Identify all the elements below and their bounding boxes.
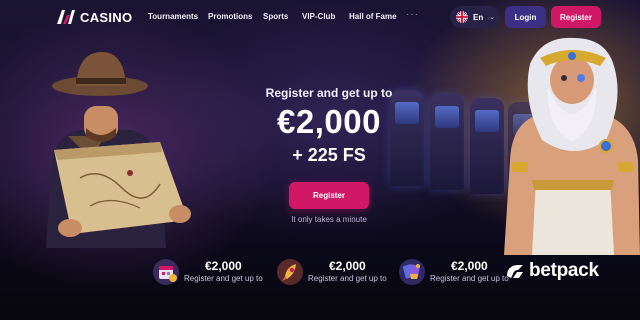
- logo-text: CASINO: [80, 9, 133, 25]
- logo-mark-icon: [57, 10, 75, 24]
- register-button-hero[interactable]: Register: [289, 182, 369, 209]
- calendar-gift-icon: [153, 259, 179, 285]
- trophy-cards-icon: [399, 259, 425, 285]
- bonus-amount: €2,000: [205, 259, 242, 273]
- language-selector[interactable]: En ⌄: [450, 6, 500, 28]
- top-navigation: CASINO Tournaments Promotions Sports VIP…: [0, 0, 640, 36]
- bonus-amount: €2,000: [329, 259, 366, 273]
- uk-flag-icon: [456, 11, 468, 23]
- zeus-illustration: [504, 37, 640, 255]
- casino-logo[interactable]: CASINO: [56, 9, 132, 25]
- hero-amount: €2,000: [277, 103, 381, 140]
- hero-banner: CASINO Tournaments Promotions Sports VIP…: [0, 0, 640, 320]
- bonus-label: Register and get up to: [184, 274, 263, 283]
- cowboy-illustration: [46, 52, 191, 248]
- nav-promotions[interactable]: Promotions: [208, 12, 252, 21]
- bonus-label: Register and get up to: [308, 274, 387, 283]
- bonus-amount: €2,000: [451, 259, 488, 273]
- bonus-label: Register and get up to: [430, 274, 509, 283]
- language-label: En: [473, 12, 484, 22]
- nav-sports[interactable]: Sports: [263, 12, 288, 21]
- bonus-item[interactable]: €2,000 Register and get up to: [276, 255, 387, 289]
- hero-free-spins: + 225 FS: [292, 145, 366, 165]
- hero-subtitle: Register and get up to: [265, 86, 393, 100]
- bonus-item[interactable]: €2,000 Register and get up to: [398, 255, 509, 289]
- betpack-text: betpack: [529, 260, 599, 281]
- login-button[interactable]: Login: [505, 6, 546, 28]
- nav-tournaments[interactable]: Tournaments: [148, 12, 198, 21]
- betpack-logo-icon: [507, 265, 523, 278]
- nav-hall-of-fame[interactable]: Hall of Fame: [349, 12, 397, 21]
- betpack-watermark: betpack: [505, 260, 599, 282]
- bonus-item[interactable]: €2,000 Register and get up to: [152, 255, 263, 289]
- more-menu-icon[interactable]: ···: [406, 9, 419, 20]
- cta-note: It only takes a minute: [291, 215, 367, 224]
- register-button-header[interactable]: Register: [551, 6, 601, 28]
- chevron-down-icon: ⌄: [489, 14, 496, 21]
- nav-vip-club[interactable]: VIP-Club: [302, 12, 335, 21]
- rocket-icon: [277, 259, 303, 285]
